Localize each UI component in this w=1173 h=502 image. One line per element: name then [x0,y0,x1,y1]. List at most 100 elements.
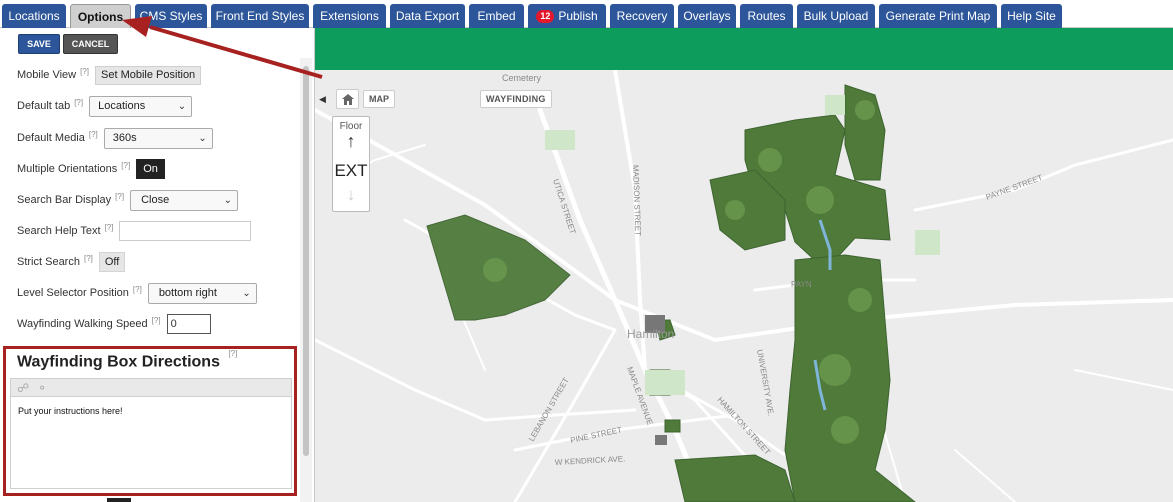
tab-locations[interactable]: Locations [2,4,66,28]
tab-overlays[interactable]: Overlays [678,4,736,28]
setting-label: Default tab [17,100,71,112]
select-value: Locations [98,100,146,112]
tab-label: Help Site [1007,9,1056,23]
help-icon[interactable]: [?] [152,316,161,325]
setting-label: Strict Search [17,256,80,268]
tab-label: Embed [477,9,516,23]
top-tab-bar: Locations Options CMS Styles Front End S… [0,0,1173,28]
setting-search-help-text: Search Help Text [?] [17,220,252,242]
tab-label: Bulk Upload [803,9,869,23]
tab-publish[interactable]: 12 Publish [528,4,606,28]
help-icon[interactable]: [?] [115,192,124,201]
map-label-cemetery: Cemetery [502,73,542,83]
setting-strict-search: Strict Search [?] Off [17,251,126,273]
tab-label: Front End Styles [215,9,305,23]
setting-label: Search Bar Display [17,194,112,206]
map-label-hamilton: Hamilton [627,327,674,341]
map-label-university: UNIVERSITY AVE. [755,349,776,417]
search-help-text-input[interactable] [119,221,252,241]
setting-label: Multiple Orientations [17,163,118,175]
select-value: Close [141,194,170,206]
setting-search-bar-display: Search Bar Display [?] Close ⌄ [17,189,239,211]
tab-label: Routes [747,9,786,23]
tab-generate-print-map[interactable]: Generate Print Map [879,4,997,28]
map-label-kendrick: W KENDRICK AVE. [555,454,626,467]
wayfinding-box-title: Wayfinding Box Directions [?] [17,349,243,371]
map-label-pine: PINE STREET [570,425,623,445]
wayfinding-box-title-text: Wayfinding Box Directions [17,353,220,371]
search-bar-display-select[interactable]: Close ⌄ [130,189,239,211]
tab-bulk-upload[interactable]: Bulk Upload [797,4,875,28]
next-setting-partial [93,498,133,502]
setting-label: Mobile View [17,69,77,81]
help-icon[interactable]: [?] [228,349,237,358]
tab-extensions[interactable]: Extensions [313,4,386,28]
tab-recovery[interactable]: Recovery [610,4,674,28]
scrollbar-thumb[interactable] [303,66,309,456]
tab-label: CMS Styles [139,9,203,23]
home-button[interactable] [336,89,359,109]
floor-down-arrow-icon[interactable]: ↓ [333,185,369,205]
setting-multiple-orientations: Multiple Orientations [?] On [17,158,165,180]
setting-label: Wayfinding Walking Speed [17,318,148,330]
home-icon [341,93,354,105]
tab-front-end-styles[interactable]: Front End Styles [211,4,309,28]
tab-cms-styles[interactable]: CMS Styles [135,4,207,28]
map-label-hamilton-st: HAMILTON STREET [716,395,773,456]
wayfinding-box-directions: Wayfinding Box Directions [?] ☍ ⚬ Put yo… [3,346,297,496]
chevron-down-icon: ⌄ [198,132,207,144]
map-label-madison: MADISON STREET [631,165,642,237]
cancel-button[interactable]: CANCEL [63,34,118,54]
default-media-select[interactable]: 360s ⌄ [103,127,213,149]
help-icon[interactable]: [?] [74,98,83,107]
action-bar: SAVE CANCEL [0,28,314,58]
tab-label: Extensions [320,9,379,23]
map-view[interactable]: Cemetery UTICA STREET MADISON STREET PAY… [315,70,1173,502]
wayfinding-directions-editor[interactable]: Put your instructions here! [10,397,292,489]
map-canvas: Cemetery UTICA STREET MADISON STREET PAY… [315,70,1173,502]
tab-label: Overlays [683,9,731,23]
walking-speed-input[interactable]: 0 [166,314,211,334]
floor-value: EXT [334,161,368,180]
level-selector-position-select[interactable]: bottom right ⌄ [147,282,257,304]
map-header-bar [315,28,1173,70]
tab-label: Options [77,9,124,24]
setting-level-selector-position: Level Selector Position [?] bottom right… [17,282,257,304]
map-label-payne: PAYNE STREET [985,173,1044,202]
help-icon[interactable]: [?] [105,223,114,232]
tab-embed[interactable]: Embed [469,4,524,28]
wayfinding-button[interactable]: WAYFINDING [480,90,552,108]
collapse-panel-button[interactable]: ◀ [317,88,328,110]
setting-wayfinding-walking-speed: Wayfinding Walking Speed [?] 0 [17,313,211,335]
default-tab-select[interactable]: Locations ⌄ [89,95,193,117]
tab-label: Generate Print Map [885,9,991,23]
help-icon[interactable]: [?] [80,67,89,76]
panel-scrollbar[interactable] [300,58,312,502]
save-button[interactable]: SAVE [18,34,60,54]
setting-default-tab: Default tab [?] Locations ⌄ [17,95,193,117]
tab-help-site[interactable]: Help Site [1001,4,1062,28]
multiple-orientations-toggle[interactable]: On [136,159,165,179]
help-icon[interactable]: [?] [84,254,93,263]
strict-search-toggle[interactable]: Off [98,252,126,272]
tab-routes[interactable]: Routes [740,4,793,28]
options-panel: SAVE CANCEL Mobile View [?] Set Mobile P… [0,28,315,502]
link-icon[interactable]: ☍ [17,381,29,395]
map-button[interactable]: MAP [363,90,395,108]
setting-mobile-view: Mobile View [?] Set Mobile Position [17,64,202,86]
tab-label: Locations [8,9,60,23]
map-label-payne-2: PAYN [791,280,812,289]
set-mobile-position-button[interactable]: Set Mobile Position [95,65,202,85]
help-icon[interactable]: [?] [89,130,98,139]
select-value: 360s [112,132,137,144]
setting-label: Search Help Text [17,225,101,237]
unlink-icon[interactable]: ⚬ [37,381,47,395]
tab-options[interactable]: Options [70,4,131,28]
help-icon[interactable]: [?] [133,285,142,294]
floor-up-arrow-icon[interactable]: ↑ [333,131,369,152]
tab-label: Recovery [616,9,668,23]
setting-label: Default Media [17,132,85,144]
help-icon[interactable]: [?] [121,161,130,170]
tab-data-export[interactable]: Data Export [390,4,465,28]
editor-toolbar: ☍ ⚬ [10,378,292,397]
